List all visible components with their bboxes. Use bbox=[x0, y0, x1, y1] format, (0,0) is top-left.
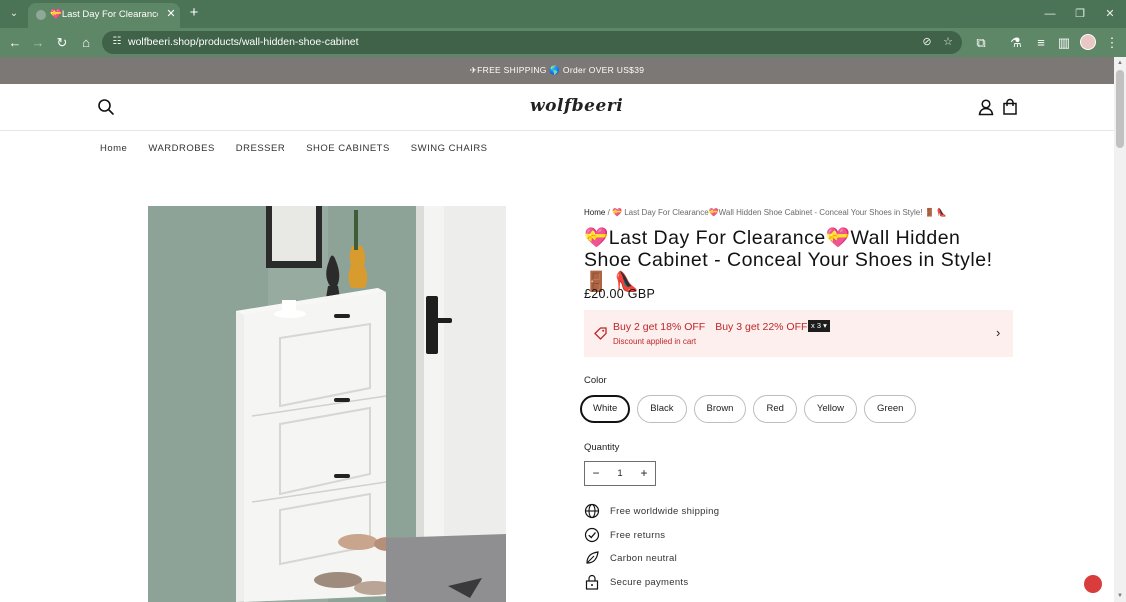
promo-quantity-badge[interactable]: x 3 ▾ bbox=[808, 320, 830, 332]
leaf-icon bbox=[586, 551, 599, 564]
nav-item-shoe-cabinets[interactable]: SHOE CABINETS bbox=[306, 143, 390, 157]
feature-text: Free returns bbox=[610, 530, 666, 541]
color-option-green[interactable]: Green bbox=[864, 395, 917, 423]
feature-item: Free worldwide shipping bbox=[584, 503, 784, 519]
nav-item-dresser[interactable]: DRESSER bbox=[236, 143, 285, 157]
star-icon[interactable]: ☆ bbox=[941, 35, 955, 49]
restore-icon[interactable]: ❐ bbox=[1072, 6, 1088, 22]
color-option-black[interactable]: Black bbox=[637, 395, 687, 423]
address-bar[interactable]: ☷ wolfbeeri.shop/products/wall-hidden-sh… bbox=[102, 31, 962, 54]
flask-icon[interactable]: ⚗ bbox=[1007, 34, 1025, 52]
nav-item-swing-chairs[interactable]: SWING CHAIRS bbox=[411, 143, 488, 157]
color-option-red[interactable]: Red bbox=[753, 395, 797, 423]
feature-text: Free worldwide shipping bbox=[610, 506, 720, 517]
forward-icon[interactable]: → bbox=[29, 34, 47, 52]
promo-banner[interactable]: Buy 2 get 18% OFF Buy 3 get 22% OFF x 3 ▾… bbox=[584, 310, 1013, 357]
product-price: £20.00 GBP bbox=[584, 287, 656, 301]
browser-tab-active[interactable]: 💝Last Day For Clearance💝W ✕ bbox=[28, 3, 180, 28]
back-icon[interactable]: ← bbox=[6, 34, 24, 52]
product-image[interactable] bbox=[148, 206, 506, 602]
page-scrollbar[interactable]: ▲ ▼ bbox=[1114, 57, 1126, 602]
close-window-icon[interactable]: ✕ bbox=[1102, 6, 1118, 22]
profile-avatar[interactable] bbox=[1080, 34, 1096, 50]
browser-tab-bar: ⌄ 💝Last Day For Clearance💝W ✕ + — ❐ ✕ bbox=[0, 0, 1126, 28]
tag-icon bbox=[594, 327, 607, 340]
quantity-decrease-button[interactable]: − bbox=[585, 462, 607, 485]
product-title: 💝Last Day For Clearance💝Wall Hidden Shoe… bbox=[584, 227, 993, 293]
side-panel-icon[interactable]: ▥ bbox=[1055, 34, 1073, 52]
scroll-down-icon[interactable]: ▼ bbox=[1114, 592, 1126, 600]
check-circle-icon bbox=[584, 527, 600, 543]
account-icon[interactable] bbox=[977, 98, 995, 116]
color-label: Color bbox=[584, 375, 607, 386]
tab-title: 💝Last Day For Clearance💝W bbox=[50, 9, 158, 20]
globe-icon bbox=[584, 503, 600, 519]
promo-offer-1: Buy 2 get 18% OFF bbox=[613, 321, 706, 333]
promo-offers: Buy 2 get 18% OFF Buy 3 get 22% OFF bbox=[613, 321, 807, 333]
nav-item-wardrobes[interactable]: WARDROBES bbox=[148, 143, 214, 157]
search-icon[interactable] bbox=[97, 98, 115, 116]
site-info-icon[interactable]: ☷ bbox=[110, 35, 124, 49]
feature-text: Secure payments bbox=[610, 577, 689, 588]
breadcrumb: Home / 💝 Last Day For Clearance💝Wall Hid… bbox=[584, 208, 947, 217]
extensions-icon[interactable]: ⧉ bbox=[972, 34, 990, 52]
color-option-yellow[interactable]: Yellow bbox=[803, 395, 858, 423]
feature-item: Secure payments bbox=[584, 574, 784, 590]
quantity-increase-button[interactable]: + bbox=[633, 462, 655, 485]
reload-icon[interactable]: ↻ bbox=[53, 34, 71, 52]
home-icon[interactable]: ⌂ bbox=[77, 34, 95, 52]
eye-off-icon[interactable]: ⊘ bbox=[920, 35, 934, 49]
media-icon[interactable]: ≡ bbox=[1032, 34, 1050, 52]
lock-icon bbox=[585, 574, 599, 590]
minimize-icon[interactable]: — bbox=[1042, 6, 1058, 22]
site-header: wolfbeeri bbox=[0, 84, 1114, 131]
quantity-stepper: − 1 + bbox=[584, 461, 656, 486]
chat-widget-icon[interactable] bbox=[1084, 575, 1102, 593]
color-options: White Black Brown Red Yellow Green bbox=[580, 395, 917, 423]
tab-favicon-icon bbox=[36, 10, 46, 20]
breadcrumb-current: 💝 Last Day For Clearance💝Wall Hidden Sho… bbox=[612, 208, 947, 217]
nav-item-home[interactable]: Home bbox=[100, 143, 127, 157]
scrollbar-thumb[interactable] bbox=[1116, 70, 1124, 148]
color-option-white[interactable]: White bbox=[580, 395, 631, 423]
browser-toolbar: ← → ↻ ⌂ ☷ wolfbeeri.shop/products/wall-h… bbox=[0, 28, 1126, 57]
scroll-up-icon[interactable]: ▲ bbox=[1114, 59, 1126, 67]
tab-list-icon[interactable]: ⌄ bbox=[6, 6, 22, 22]
plus-icon[interactable]: + bbox=[186, 5, 202, 21]
menu-dots-icon[interactable]: ⋮ bbox=[1103, 34, 1121, 52]
quantity-input[interactable]: 1 bbox=[607, 462, 633, 485]
feature-item: Free returns bbox=[584, 527, 784, 543]
promo-offer-2: Buy 3 get 22% OFF bbox=[715, 321, 808, 333]
cart-icon[interactable] bbox=[1001, 98, 1019, 116]
breadcrumb-home[interactable]: Home bbox=[584, 208, 605, 217]
promo-note: Discount applied in cart bbox=[613, 337, 697, 346]
page-viewport: ✈FREE SHIPPING 🌎 Order OVER US$39 wolfbe… bbox=[0, 57, 1114, 602]
announcement-bar: ✈FREE SHIPPING 🌎 Order OVER US$39 bbox=[0, 57, 1114, 84]
feature-item: Carbon neutral bbox=[584, 550, 784, 566]
close-icon[interactable]: ✕ bbox=[164, 7, 178, 21]
breadcrumb-separator: / bbox=[605, 208, 613, 217]
color-option-brown[interactable]: Brown bbox=[693, 395, 747, 423]
feature-text: Carbon neutral bbox=[610, 553, 678, 564]
chevron-right-icon[interactable]: › bbox=[996, 325, 1008, 341]
main-nav: Home WARDROBES DRESSER SHOE CABINETS SWI… bbox=[100, 143, 488, 157]
url-text[interactable]: wolfbeeri.shop/products/wall-hidden-shoe… bbox=[128, 36, 359, 48]
site-logo[interactable]: wolfbeeri bbox=[530, 96, 623, 116]
quantity-label: Quantity bbox=[584, 442, 620, 453]
